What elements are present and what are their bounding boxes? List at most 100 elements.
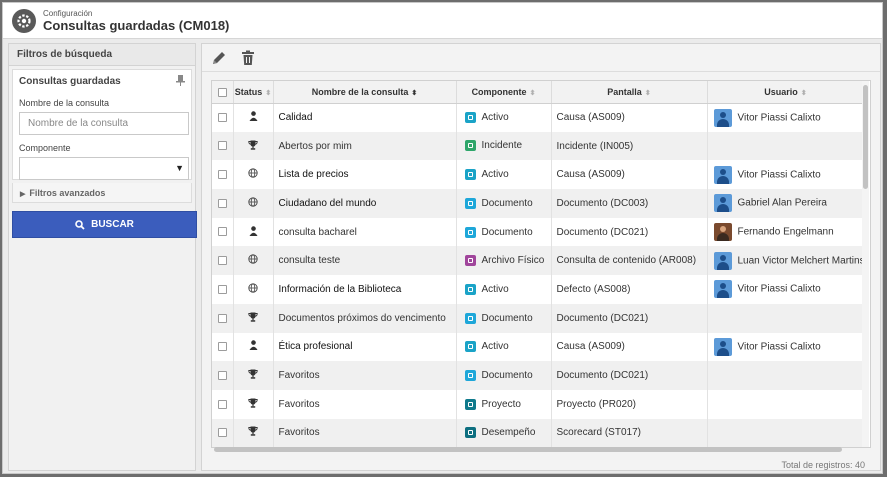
screen-cell: Documento (DC003)	[551, 189, 708, 218]
table-row[interactable]: Ciudadano del mundo Documento Documento (D…	[212, 189, 865, 218]
component-column-header[interactable]: Componente ⬍	[456, 81, 552, 104]
row-checkbox[interactable]	[217, 399, 227, 409]
table-row[interactable]: Abertos por mim Incidente Incidente (IN005…	[212, 131, 865, 161]
name-column-header[interactable]: Nombre de la consulta ⬍	[273, 81, 457, 104]
sort-icon: ⬍	[265, 89, 272, 97]
caret-down-icon: ▼	[175, 163, 184, 173]
table-row[interactable]: Calidad Activo Causa (AS009) Vitor Piassi C…	[212, 103, 865, 132]
vertical-scroll-thumb[interactable]	[863, 85, 868, 189]
query-name-cell[interactable]: Favoritos	[273, 418, 457, 447]
horizontal-scroll-thumb[interactable]	[214, 447, 842, 452]
table-row[interactable]: Favoritos Proyecto Proyecto (PR020)	[212, 389, 865, 419]
query-name-cell[interactable]: Favoritos	[273, 361, 457, 390]
row-checkbox[interactable]	[217, 112, 227, 122]
table-row[interactable]: Favoritos Desempeño Scorecard (ST017)	[212, 418, 865, 447]
query-name-cell[interactable]: Lista de precios	[273, 160, 457, 190]
query-name-label: Nombre de la consulta	[19, 98, 110, 108]
table-row[interactable]: Lista de precios Activo Causa (AS009) Vitor…	[212, 160, 865, 190]
horizontal-scrollbar[interactable]	[210, 446, 870, 452]
user-cell: Vitor Piassi Calixto	[707, 160, 865, 190]
row-checkbox[interactable]	[217, 313, 227, 323]
component-cell: Incidente	[456, 131, 552, 161]
query-name-cell[interactable]: consulta bacharel	[273, 217, 457, 247]
row-checkbox[interactable]	[217, 256, 227, 266]
trophy-status-icon	[248, 369, 258, 382]
query-name-cell[interactable]: Abertos por mim	[273, 131, 457, 161]
vertical-scrollbar[interactable]	[862, 81, 869, 447]
row-checkbox[interactable]	[217, 342, 227, 352]
query-name-cell[interactable]: consulta teste	[273, 246, 457, 276]
query-name-cell[interactable]: Información de la Biblioteca	[273, 275, 457, 304]
user-cell: Vitor Piassi Calixto	[707, 103, 865, 132]
row-checkbox-cell[interactable]	[212, 160, 234, 190]
row-checkbox-cell[interactable]	[212, 217, 234, 247]
pencil-icon[interactable]	[211, 50, 227, 66]
page-title: Consultas guardadas (CM018)	[43, 18, 230, 33]
select-all-checkbox[interactable]	[217, 87, 227, 97]
row-checkbox[interactable]	[217, 141, 227, 151]
row-checkbox-cell[interactable]	[212, 131, 234, 161]
screen-cell: Consulta de contenido (AR008)	[551, 246, 708, 276]
user-name: Vitor Piassi Calixto	[737, 169, 821, 181]
user-column-header[interactable]: Usuario ⬍	[707, 81, 865, 104]
query-name-input[interactable]: Nombre de la consulta	[19, 112, 189, 135]
component-icon	[464, 112, 476, 124]
row-checkbox-cell[interactable]	[212, 246, 234, 276]
row-checkbox-cell[interactable]	[212, 389, 234, 419]
component-cell: Proyecto	[456, 389, 552, 419]
component-icon	[464, 140, 476, 152]
row-checkbox[interactable]	[217, 198, 227, 208]
search-filters-panel: Filtros de búsqueda Consultas guardadas …	[8, 43, 197, 471]
row-checkbox[interactable]	[217, 170, 227, 180]
row-checkbox[interactable]	[217, 428, 227, 438]
status-cell	[233, 160, 274, 190]
row-checkbox-cell[interactable]	[212, 332, 234, 362]
query-name-cell[interactable]: Ética profesional	[273, 332, 457, 362]
component-select[interactable]: ▼	[19, 157, 189, 180]
table-row[interactable]: consulta bacharel Documento Documento (DC0…	[212, 217, 865, 247]
query-name-cell[interactable]: Documentos próximos do vencimento	[273, 303, 457, 333]
table-row[interactable]: consulta teste Archivo Físico Consulta de …	[212, 246, 865, 276]
row-checkbox-cell[interactable]	[212, 103, 234, 132]
trash-icon[interactable]	[240, 50, 256, 66]
app-window: Configuración Consultas guardadas (CM018…	[2, 2, 883, 474]
component-cell: Activo	[456, 160, 552, 190]
saved-queries-label: Consultas guardadas	[19, 76, 121, 87]
user-cell	[707, 418, 865, 447]
advanced-filters-toggle[interactable]: ▶ Filtros avanzados	[12, 183, 192, 203]
component-label: Activo	[481, 283, 509, 295]
component-icon	[464, 283, 476, 295]
component-label: Documento	[481, 369, 533, 381]
trophy-status-icon	[248, 426, 258, 439]
table-row[interactable]: Favoritos Documento Documento (DC021)	[212, 361, 865, 390]
query-name-cell[interactable]: Ciudadano del mundo	[273, 189, 457, 218]
user-avatar	[713, 337, 732, 356]
advanced-filters-label: Filtros avanzados	[29, 188, 106, 198]
component-icon	[464, 341, 476, 353]
select-all-header[interactable]	[212, 81, 234, 104]
breadcrumb[interactable]: Configuración	[43, 9, 92, 18]
query-name-cell[interactable]: Calidad	[273, 103, 457, 132]
pin-icon[interactable]	[176, 75, 185, 86]
status-column-header[interactable]: Status ⬍	[233, 81, 274, 104]
user-avatar	[713, 194, 732, 213]
search-button[interactable]: BUSCAR	[12, 211, 197, 238]
user-cell	[707, 361, 865, 390]
row-checkbox-cell[interactable]	[212, 418, 234, 447]
table-row[interactable]: Documentos próximos do vencimento Documen…	[212, 303, 865, 333]
table-row[interactable]: Información de la Biblioteca Activo Defect…	[212, 275, 865, 304]
row-checkbox-cell[interactable]	[212, 303, 234, 333]
user-avatar	[713, 280, 732, 299]
component-icon	[464, 226, 476, 238]
row-checkbox[interactable]	[217, 370, 227, 380]
row-checkbox-cell[interactable]	[212, 275, 234, 304]
row-checkbox-cell[interactable]	[212, 189, 234, 218]
screen-cell: Documento (DC021)	[551, 361, 708, 390]
query-name-cell[interactable]: Favoritos	[273, 389, 457, 419]
row-checkbox-cell[interactable]	[212, 361, 234, 390]
screen-column-header[interactable]: Pantalla ⬍	[551, 81, 708, 104]
row-checkbox[interactable]	[217, 227, 227, 237]
row-checkbox[interactable]	[217, 284, 227, 294]
component-cell: Documento	[456, 189, 552, 218]
table-row[interactable]: Ética profesional Activo Causa (AS009) Vito…	[212, 332, 865, 362]
